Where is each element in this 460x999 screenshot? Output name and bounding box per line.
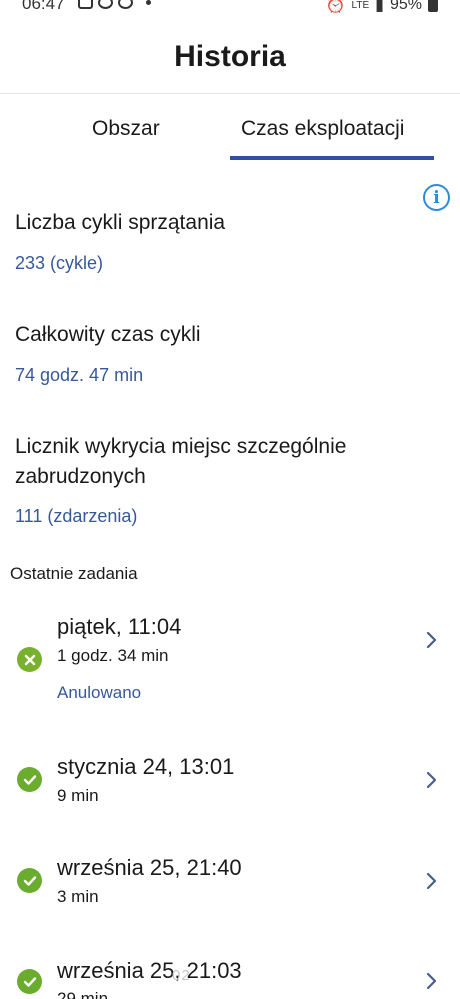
task-duration: 1 godz. 34 min [57,646,169,665]
task-duration: 9 min [57,786,99,805]
completed-status-icon [17,969,42,994]
task-item[interactable]: stycznia 24, 13:01 9 min [0,752,460,812]
more-notifications-icon [146,0,151,5]
battery-icon [428,0,438,12]
task-status-label: Anulowano [57,683,142,702]
task-date: września 25, 21:03 [57,958,242,983]
stat-label-total-cycle-time: Całkowity czas cykli [15,323,201,346]
task-date: stycznia 24, 13:01 [57,754,235,779]
chevron-right-icon [426,771,437,789]
network-type: LTE [351,0,370,11]
completed-status-icon [17,868,42,893]
signal-icon: ▮ [375,0,384,14]
task-item[interactable]: piątek, 11:04 1 godz. 34 min Anulowano [0,612,460,712]
gallery-icon [78,0,93,9]
task-duration: 29 min [57,989,109,999]
stat-label-cleaning-cycles: Liczba cykli sprzątania [15,211,226,234]
notification-icon [118,0,133,9]
alarm-icon: ⏰ [325,0,346,14]
task-date: września 25, 21:40 [57,855,242,880]
chevron-right-icon [426,872,437,890]
stat-value-dirty-spots: 111 (zdarzenia) [15,506,138,526]
task-duration: 3 min [57,887,99,906]
task-item[interactable]: września 25, 21:03 29 min [0,956,460,999]
chevron-right-icon [426,972,437,990]
info-icon[interactable]: i [423,184,450,211]
tab-runtime[interactable]: Czas eksploatacji [241,117,404,141]
battery-level: 95% [389,0,422,13]
whatsapp-icon [98,0,113,9]
cancelled-status-icon [17,647,42,672]
tab-area[interactable]: Obszar [92,117,160,141]
stat-value-cleaning-cycles: 233 (cykle) [15,253,104,273]
chevron-right-icon [426,631,437,649]
task-date: piątek, 11:04 [57,614,182,639]
recent-tasks-title: Ostatnie zadania [10,564,138,583]
completed-status-icon [17,767,42,792]
overlay-number: 02 [172,967,191,984]
stat-value-total-cycle-time: 74 godz. 47 min [15,365,144,385]
stat-label-dirty-spots: Licznik wykrycia miejsc szczególnie zabr… [15,435,347,488]
tab-selected-indicator [230,156,434,160]
status-time: 06:47 [22,0,65,13]
page-title: Historia [174,40,286,73]
status-bar: 06:47 ⏰ LTE ▮ 95% [0,0,460,22]
header-divider [0,93,460,94]
task-item[interactable]: września 25, 21:40 3 min [0,853,460,913]
